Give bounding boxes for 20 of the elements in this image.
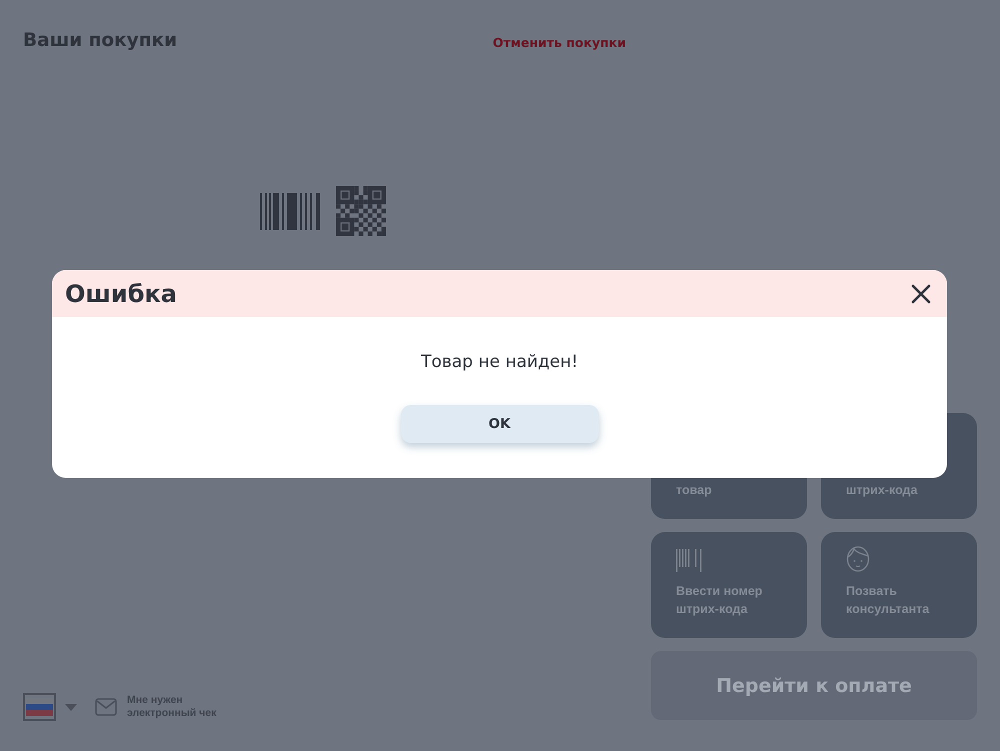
close-button[interactable] [911, 284, 931, 304]
barcode-icon [260, 192, 320, 230]
caret-icon [65, 704, 77, 710]
action-label: Позвать консультанта [846, 583, 930, 618]
flag-icon [23, 693, 56, 721]
action-tile[interactable]: Позвать консультанта [821, 532, 977, 638]
cancel-purchases-link[interactable]: Отменить покупки [492, 34, 626, 50]
action-tile[interactable]: Ввести номер штрих-кода [651, 532, 807, 638]
barcode-icon [676, 549, 702, 572]
page-title: Ваши покупки [23, 30, 178, 51]
qr-code-icon [336, 186, 386, 236]
close-icon [911, 284, 931, 304]
action-label: товар [676, 482, 712, 499]
action-label: Ввести номер штрих-кода [676, 583, 764, 618]
action-label: штрих-кода [846, 482, 918, 499]
envelope-icon [95, 698, 117, 716]
error-message: Товар не найден! [420, 352, 578, 372]
ok-button[interactable]: OK [400, 405, 598, 443]
dialog-title: Ошибка [65, 280, 177, 308]
person-face-icon [846, 545, 870, 572]
